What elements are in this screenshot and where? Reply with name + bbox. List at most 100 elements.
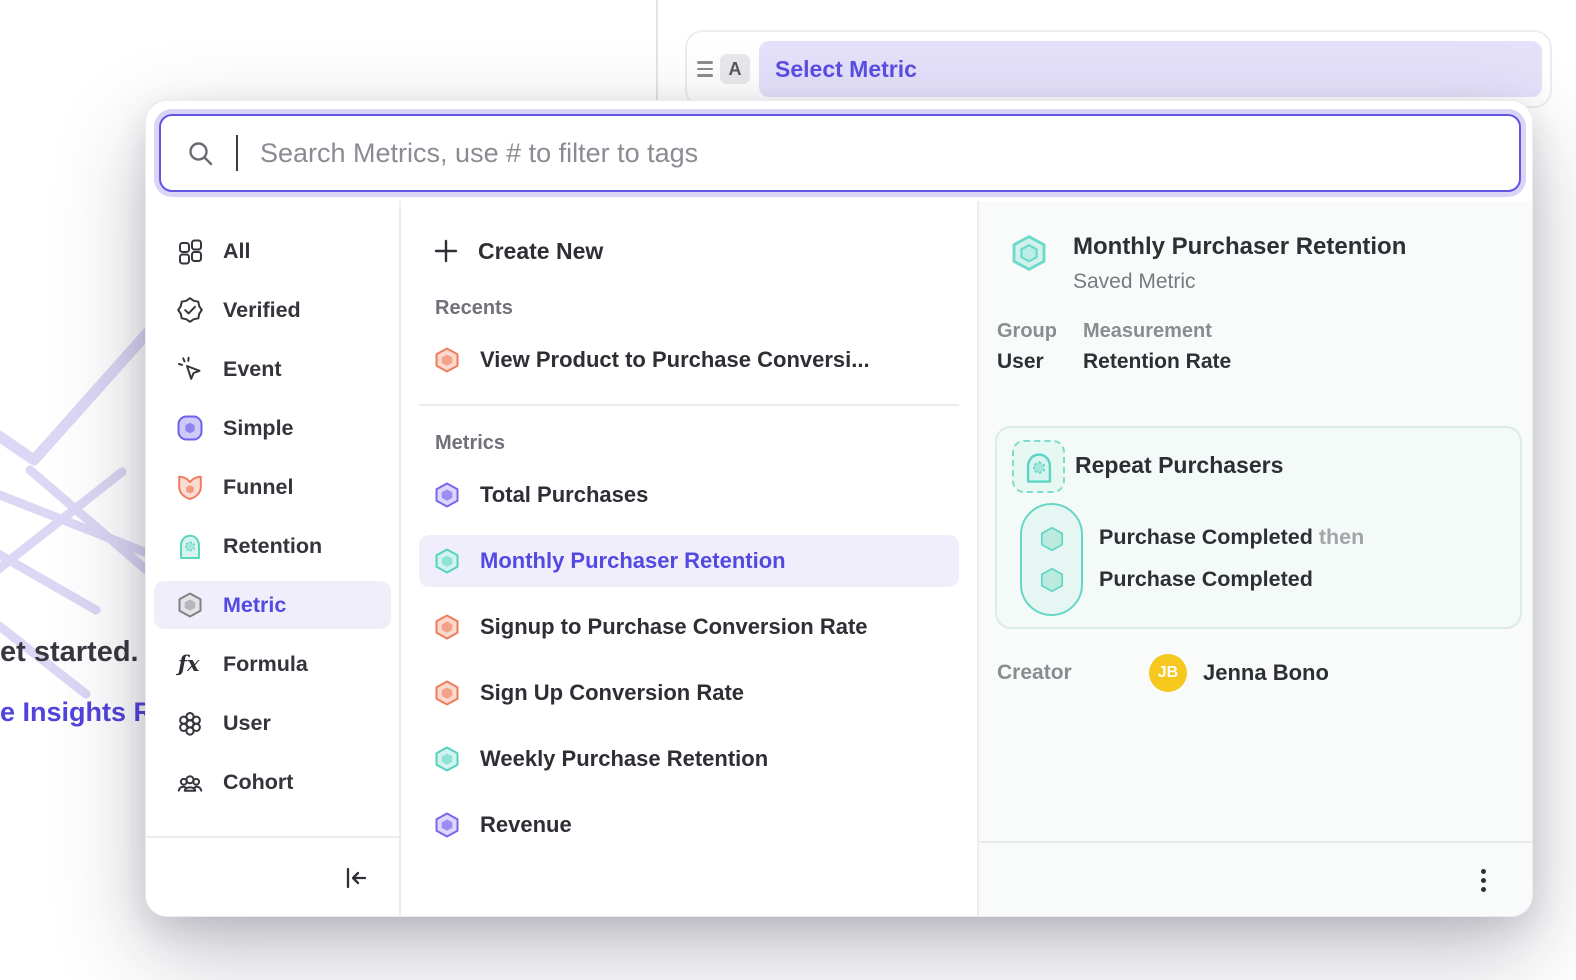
event-sequence-pill (1020, 503, 1083, 616)
definition-title: Repeat Purchasers (1075, 452, 1283, 479)
detail-footer (979, 841, 1532, 917)
create-new-label: Create New (478, 238, 603, 265)
sidebar-item-label: All (223, 239, 250, 264)
metric-item-total-purchases[interactable]: Total Purchases (419, 469, 959, 521)
sidebar-item-label: Cohort (223, 770, 293, 795)
metric-hexagon-icon (176, 591, 204, 619)
more-options-button[interactable] (1475, 863, 1492, 898)
simple-metric-icon (176, 414, 204, 442)
plus-icon (433, 238, 459, 264)
sidebar-item-retention[interactable]: Retention (154, 522, 391, 570)
measurement-value: Retention Rate (1083, 350, 1231, 374)
event-hexagon-icon (1037, 524, 1067, 554)
drag-handle-icon[interactable] (697, 61, 713, 77)
metric-item-revenue[interactable]: Revenue (419, 799, 959, 851)
collapse-sidebar-button[interactable] (343, 865, 369, 891)
series-letter-badge: A (720, 54, 750, 84)
sidebar-item-label: Verified (223, 298, 301, 323)
teal-hexagon-icon (1009, 233, 1049, 273)
definition-steps: Purchase Completed then Purchase Complet… (1099, 524, 1364, 592)
funnel-hexagon-icon (433, 346, 461, 374)
metric-item-monthly-purchaser-retention[interactable]: Monthly Purchaser Retention (419, 535, 959, 587)
retention-arch-icon (1022, 450, 1056, 484)
creator-name: Jenna Bono (1203, 660, 1329, 686)
detail-subtitle: Saved Metric (1073, 270, 1406, 294)
cohort-people-icon (176, 768, 204, 796)
teal-hexagon-icon (433, 745, 461, 773)
sidebar-item-label: Funnel (223, 475, 293, 500)
metric-item-label: Revenue (480, 812, 572, 838)
step-1-event: Purchase Completed (1099, 525, 1313, 549)
group-value: User (997, 350, 1057, 374)
step-2-event: Purchase Completed (1099, 567, 1313, 591)
metric-list-column: Create New Recents View Product to Purch… (401, 201, 979, 917)
metric-item-label: Total Purchases (480, 482, 648, 508)
metrics-section-header: Metrics (419, 432, 959, 455)
sidebar-item-verified[interactable]: Verified (154, 286, 391, 334)
group-meta: Group User (997, 320, 1057, 374)
definition-card: Repeat Purchasers Purchase Completed the… (995, 426, 1522, 629)
creator-label: Creator (997, 661, 1149, 685)
list-divider (419, 404, 959, 406)
detail-meta: Group User Measurement Retention Rate (979, 320, 1532, 374)
step-2: Purchase Completed (1099, 566, 1364, 592)
metric-row-card: A Select Metric (685, 30, 1552, 108)
sidebar-item-formula[interactable]: ƒx Formula (154, 640, 391, 688)
coral-hexagon-icon (433, 679, 461, 707)
metric-item-label: Weekly Purchase Retention (480, 746, 768, 772)
measurement-label: Measurement (1083, 320, 1231, 343)
recent-item-label: View Product to Purchase Conversi... (480, 347, 870, 373)
create-new-button[interactable]: Create New (419, 227, 959, 275)
background-heading-fragment: et started. (0, 636, 139, 669)
behavior-icon-frame (1012, 440, 1065, 493)
sidebar-item-user[interactable]: User (154, 699, 391, 747)
retention-arch-icon (176, 532, 204, 560)
sidebar-item-metric[interactable]: Metric (154, 581, 391, 629)
metric-item-label: Signup to Purchase Conversion Rate (480, 614, 868, 640)
verified-badge-icon (176, 296, 204, 324)
recent-item-view-product-to-purchase[interactable]: View Product to Purchase Conversi... (419, 334, 959, 386)
select-metric-field[interactable]: Select Metric (759, 41, 1542, 97)
search-field-container (159, 114, 1521, 192)
teal-hexagon-icon (433, 547, 461, 575)
funnel-icon (176, 473, 204, 501)
grid-icon (176, 237, 204, 265)
text-cursor (236, 135, 238, 171)
sidebar-item-all[interactable]: All (154, 227, 391, 275)
purple-hexagon-icon (433, 481, 461, 509)
sidebar-item-cohort[interactable]: Cohort (154, 758, 391, 806)
background-insights-link-fragment[interactable]: e Insights Re (0, 697, 168, 728)
recents-section-header: Recents (419, 297, 959, 320)
metric-picker-modal: All Verified Event (145, 100, 1533, 917)
detail-title: Monthly Purchaser Retention (1073, 233, 1406, 261)
search-input[interactable] (260, 138, 1493, 169)
metric-item-label: Sign Up Conversion Rate (480, 680, 744, 706)
panel-divider-line (656, 0, 658, 100)
step-connector: then (1319, 525, 1364, 549)
sidebar-item-event[interactable]: Event (154, 345, 391, 393)
step-1: Purchase Completed then (1099, 524, 1364, 550)
search-icon (187, 140, 214, 167)
metric-detail-panel: Monthly Purchaser Retention Saved Metric… (979, 201, 1532, 917)
sidebar-item-label: User (223, 711, 271, 736)
purple-hexagon-icon (433, 811, 461, 839)
group-label: Group (997, 320, 1057, 343)
picker-columns: All Verified Event (146, 201, 1532, 917)
sidebar-item-label: Formula (223, 652, 308, 677)
detail-header: Monthly Purchaser Retention Saved Metric (979, 201, 1532, 294)
creator-row: Creator JB Jenna Bono (997, 654, 1329, 692)
sidebar-item-funnel[interactable]: Funnel (154, 463, 391, 511)
measurement-meta: Measurement Retention Rate (1083, 320, 1231, 374)
metric-item-signup-to-purchase-conversion-rate[interactable]: Signup to Purchase Conversion Rate (419, 601, 959, 653)
metric-item-weekly-purchase-retention[interactable]: Weekly Purchase Retention (419, 733, 959, 785)
search-focus-ring (154, 109, 1526, 197)
screen: et started. e Insights Re A Select Metri… (0, 0, 1576, 980)
sidebar-footer (146, 836, 399, 917)
sidebar-item-label: Event (223, 357, 282, 382)
metric-item-sign-up-conversion-rate[interactable]: Sign Up Conversion Rate (419, 667, 959, 719)
sidebar-item-simple[interactable]: Simple (154, 404, 391, 452)
cursor-click-icon (176, 355, 204, 383)
sidebar-item-label: Retention (223, 534, 322, 559)
user-cluster-icon (176, 709, 204, 737)
sidebar-item-label: Simple (223, 416, 294, 441)
